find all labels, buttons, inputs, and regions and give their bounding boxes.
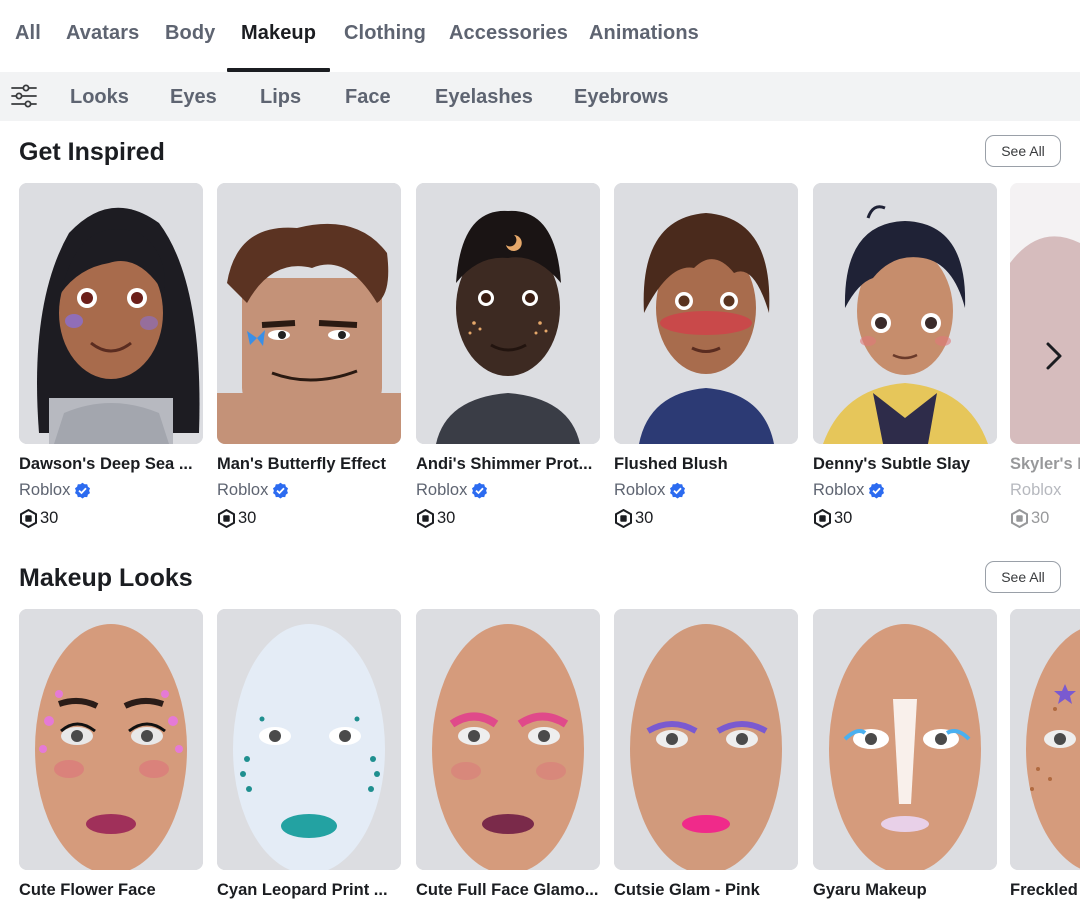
item-title: Andi's Shimmer Prot... xyxy=(416,455,593,473)
item-price: 30 xyxy=(217,509,256,528)
tab-avatars[interactable]: Avatars xyxy=(66,22,139,45)
makeup-thumbnail xyxy=(19,609,203,870)
category-tabs: All Avatars Body Makeup Clothing Accesso… xyxy=(0,0,1080,72)
subtab-eyes[interactable]: Eyes xyxy=(170,86,217,109)
item-creator[interactable]: Roblox xyxy=(19,481,91,500)
creator-name: Roblox xyxy=(217,481,269,499)
tab-clothing[interactable]: Clothing xyxy=(344,22,426,45)
creator-name: Roblox xyxy=(813,481,865,499)
chevron-right-icon[interactable] xyxy=(1040,338,1068,374)
see-all-button[interactable]: See All xyxy=(985,135,1061,167)
price-value: 30 xyxy=(1031,509,1050,527)
makeup-thumbnail xyxy=(416,609,600,870)
subtab-face[interactable]: Face xyxy=(345,86,391,109)
price-value: 30 xyxy=(635,509,654,527)
item-title: Cute Full Face Glamo... xyxy=(416,881,599,899)
item-price: 30 xyxy=(416,509,455,528)
item-title: Cute Flower Face xyxy=(19,881,156,899)
item-title: Freckled xyxy=(1010,881,1078,899)
subtab-looks[interactable]: Looks xyxy=(70,86,129,109)
robux-icon xyxy=(814,509,831,528)
item-title: Denny's Subtle Slay xyxy=(813,455,971,473)
sliders-icon[interactable] xyxy=(10,84,38,108)
avatar-thumbnail xyxy=(19,183,203,444)
verified-badge-icon xyxy=(869,482,885,499)
creator-name: Roblox xyxy=(19,481,71,499)
avatar-thumbnail xyxy=(1010,183,1080,444)
item-price: 30 xyxy=(1010,509,1049,528)
price-value: 30 xyxy=(40,509,59,527)
item-creator[interactable]: Roblox xyxy=(813,481,885,500)
item-title: Cutsie Glam - Pink xyxy=(614,881,760,899)
price-value: 30 xyxy=(238,509,257,527)
item-creator[interactable]: Roblox xyxy=(217,481,289,500)
avatar-thumbnail xyxy=(813,183,997,444)
verified-badge-icon xyxy=(670,482,686,499)
creator-name: Roblox xyxy=(614,481,666,499)
makeup-thumbnail xyxy=(614,609,798,870)
price-value: 30 xyxy=(834,509,853,527)
see-all-button[interactable]: See All xyxy=(985,561,1061,593)
avatar-thumbnail xyxy=(614,183,798,444)
robux-icon xyxy=(218,509,235,528)
robux-icon xyxy=(1011,509,1028,528)
item-creator[interactable]: Roblox xyxy=(416,481,488,500)
avatar-thumbnail xyxy=(217,183,401,444)
subtab-lips[interactable]: Lips xyxy=(260,86,301,109)
item-price: 30 xyxy=(813,509,852,528)
tab-makeup[interactable]: Makeup xyxy=(241,22,316,45)
tab-accessories[interactable]: Accessories xyxy=(449,22,568,45)
section-title-makeup-looks: Makeup Looks xyxy=(19,564,193,592)
subtab-eyelashes[interactable]: Eyelashes xyxy=(435,86,533,109)
robux-icon xyxy=(615,509,632,528)
verified-badge-icon xyxy=(273,482,289,499)
makeup-thumbnail xyxy=(813,609,997,870)
avatar-thumbnail xyxy=(416,183,600,444)
verified-badge-icon xyxy=(472,482,488,499)
makeup-thumbnail xyxy=(1010,609,1080,870)
tab-all[interactable]: All xyxy=(15,22,41,45)
item-title: Skyler's L xyxy=(1010,455,1080,473)
verified-badge-icon xyxy=(75,482,91,499)
tab-body[interactable]: Body xyxy=(165,22,215,45)
item-price: 30 xyxy=(19,509,58,528)
robux-icon xyxy=(417,509,434,528)
item-creator[interactable]: Roblox xyxy=(614,481,686,500)
creator-name: Roblox xyxy=(1010,481,1062,499)
item-price: 30 xyxy=(614,509,653,528)
makeup-card-partial[interactable]: Freckled xyxy=(1010,609,1080,901)
item-creator: Roblox xyxy=(1010,481,1061,500)
item-title: Cyan Leopard Print ... xyxy=(217,881,388,899)
item-title: Dawson's Deep Sea ... xyxy=(19,455,193,473)
robux-icon xyxy=(20,509,37,528)
subtab-eyebrows[interactable]: Eyebrows xyxy=(574,86,668,109)
creator-name: Roblox xyxy=(416,481,468,499)
item-title: Flushed Blush xyxy=(614,455,728,473)
tab-animations[interactable]: Animations xyxy=(589,22,699,45)
subcategory-bar: Looks Eyes Lips Face Eyelashes Eyebrows xyxy=(0,72,1080,121)
item-title: Man's Butterfly Effect xyxy=(217,455,386,473)
price-value: 30 xyxy=(437,509,456,527)
section-title-get-inspired: Get Inspired xyxy=(19,138,165,166)
makeup-thumbnail xyxy=(217,609,401,870)
item-title: Gyaru Makeup xyxy=(813,881,927,899)
